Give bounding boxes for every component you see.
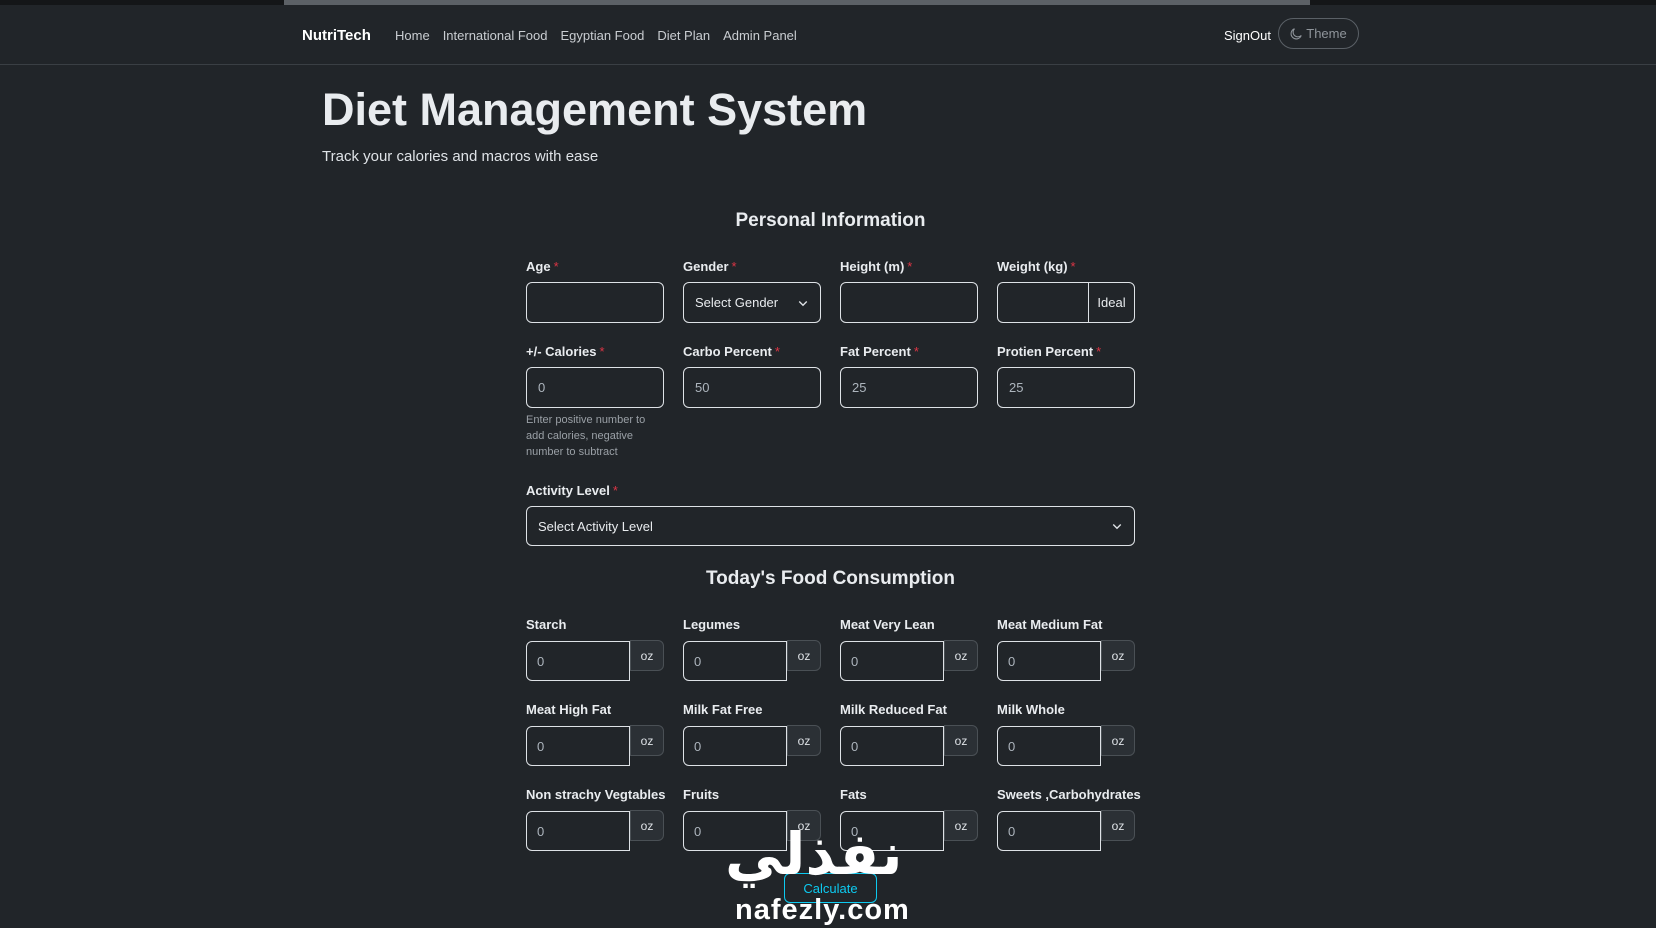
unit-addon: oz <box>787 725 821 756</box>
legumes-input[interactable]: 0 <box>683 641 787 681</box>
food-input-group-milk-whole: 0 oz <box>997 725 1135 766</box>
page-subtitle: Track your calories and macros with ease <box>322 148 599 165</box>
food-label: Meat Medium Fat <box>997 617 1103 632</box>
meat-very-lean-input[interactable]: 0 <box>840 641 944 681</box>
meat-high-fat-input[interactable]: 0 <box>526 726 630 766</box>
food-label: Milk Reduced Fat <box>840 702 947 717</box>
non-starchy-vegetables-input[interactable]: 0 <box>526 811 630 851</box>
sweets-carbohydrates-input[interactable]: 0 <box>997 811 1101 851</box>
chevron-down-icon <box>798 300 808 306</box>
navbar: NutriTech Home International Food Egypti… <box>0 5 1656 65</box>
chevron-down-icon <box>1112 524 1122 530</box>
nav-link-diet-plan[interactable]: Diet Plan <box>657 28 710 43</box>
unit-addon: oz <box>630 725 664 756</box>
calories-help-text: Enter positive number to add calories, n… <box>526 414 646 458</box>
food-input-group-meat-high-fat: 0 oz <box>526 725 664 766</box>
watermark-latin-text: nafezly.com <box>735 894 910 926</box>
page-title: Diet Management System <box>322 84 868 135</box>
moon-icon <box>1290 27 1303 39</box>
activity-label: Activity Level * <box>526 483 618 498</box>
weight-input[interactable] <box>997 282 1088 323</box>
food-label: Sweets ,Carbohydrates <box>997 787 1141 802</box>
unit-addon: oz <box>1101 810 1135 841</box>
calories-input[interactable]: 0 <box>526 367 664 408</box>
food-input-group-starch: 0 oz <box>526 640 664 681</box>
brand-logo[interactable]: NutriTech <box>302 27 371 44</box>
unit-addon: oz <box>944 725 978 756</box>
food-input-group-meat-very-lean: 0 oz <box>840 640 978 681</box>
unit-addon: oz <box>630 640 664 671</box>
food-label: Non strachy Vegtables <box>526 787 666 802</box>
food-input-group-milk-fat-free: 0 oz <box>683 725 821 766</box>
food-label: Meat Very Lean <box>840 617 935 632</box>
food-input-group-legumes: 0 oz <box>683 640 821 681</box>
calories-label: +/- Calories * <box>526 344 605 359</box>
unit-addon: oz <box>1101 640 1135 671</box>
food-input-group-non-starchy-vegetables: 0 oz <box>526 810 664 851</box>
protein-percent-input[interactable]: 25 <box>997 367 1135 408</box>
carbo-percent-input[interactable]: 50 <box>683 367 821 408</box>
watermark-arabic-text: نفذلي <box>725 820 903 888</box>
gender-label: Gender * <box>683 259 737 274</box>
unit-addon: oz <box>787 640 821 671</box>
food-label: Milk Whole <box>997 702 1065 717</box>
milk-reduced-fat-input[interactable]: 0 <box>840 726 944 766</box>
food-label: Starch <box>526 617 567 632</box>
fat-percent-input[interactable]: 25 <box>840 367 978 408</box>
unit-addon: oz <box>630 810 664 841</box>
milk-whole-input[interactable]: 0 <box>997 726 1101 766</box>
food-label: Fats <box>840 787 867 802</box>
protein-label: Protien Percent * <box>997 344 1102 359</box>
starch-input[interactable]: 0 <box>526 641 630 681</box>
food-input-group-meat-medium-fat: 0 oz <box>997 640 1135 681</box>
watermark-logo: نفذلي nafezly.com <box>725 820 935 926</box>
unit-addon: oz <box>944 810 978 841</box>
weight-input-group: Ideal <box>997 282 1135 323</box>
ideal-weight-button[interactable]: Ideal <box>1088 282 1135 323</box>
food-input-group-sweets-carbohydrates: 0 oz <box>997 810 1135 851</box>
unit-addon: oz <box>1101 725 1135 756</box>
food-label: Meat High Fat <box>526 702 612 717</box>
food-label: Fruits <box>683 787 720 802</box>
nav-link-international-food[interactable]: International Food <box>443 28 548 43</box>
food-label: Legumes <box>683 617 741 632</box>
age-label: Age * <box>526 259 559 274</box>
food-consumption-heading: Today's Food Consumption <box>705 568 956 589</box>
food-label: Milk Fat Free <box>683 702 763 717</box>
unit-addon: oz <box>944 640 978 671</box>
nav-link-home[interactable]: Home <box>395 28 430 43</box>
milk-fat-free-input[interactable]: 0 <box>683 726 787 766</box>
theme-label: Theme <box>1306 26 1347 41</box>
activity-select-value: Select Activity Level <box>538 518 653 534</box>
fat-label: Fat Percent * <box>840 344 919 359</box>
activity-level-select[interactable]: Select Activity Level <box>526 506 1135 546</box>
nav-link-admin-panel[interactable]: Admin Panel <box>723 28 797 43</box>
nav-links: Home International Food Egyptian Food Di… <box>395 28 797 43</box>
height-input[interactable] <box>840 282 978 323</box>
gender-select-value: Select Gender <box>695 295 779 310</box>
meat-medium-fat-input[interactable]: 0 <box>997 641 1101 681</box>
nav-link-egyptian-food[interactable]: Egyptian Food <box>560 28 644 43</box>
carbo-label: Carbo Percent * <box>683 344 780 359</box>
theme-toggle-button[interactable]: Theme <box>1278 18 1359 49</box>
gender-select[interactable]: Select Gender <box>683 282 821 323</box>
signout-link[interactable]: SignOut <box>1224 28 1271 43</box>
food-input-group-milk-reduced-fat: 0 oz <box>840 725 978 766</box>
height-label: Height (m) * <box>840 259 913 274</box>
personal-info-heading: Personal Information <box>735 210 926 231</box>
age-input[interactable] <box>526 282 664 323</box>
weight-label: Weight (kg) * <box>997 259 1076 274</box>
